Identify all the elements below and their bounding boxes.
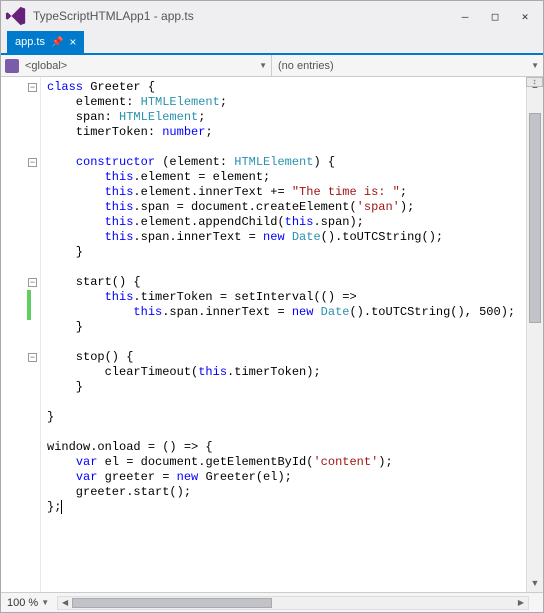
code-line[interactable]	[47, 335, 526, 350]
code-line[interactable]: }	[47, 320, 526, 335]
gutter-line	[1, 425, 40, 440]
editor[interactable]: ↕ − − − − class Greeter { element: HTMLElem…	[1, 77, 543, 592]
gutter-line: −	[1, 80, 40, 95]
fold-toggle-icon[interactable]: −	[28, 83, 37, 92]
chevron-down-icon[interactable]: ▼	[41, 598, 49, 607]
gutter-line	[1, 260, 40, 275]
chevron-down-icon: ▼	[259, 61, 267, 70]
code-line[interactable]: this.span = document.createElement('span…	[47, 200, 526, 215]
maximize-button[interactable]: □	[481, 6, 509, 26]
fold-toggle-icon[interactable]: −	[28, 278, 37, 287]
code-line[interactable]: element: HTMLElement;	[47, 95, 526, 110]
title-bar: TypeScriptHTMLApp1 - app.ts — □ ✕	[1, 1, 543, 31]
code-line[interactable]: stop() {	[47, 350, 526, 365]
minimize-button[interactable]: —	[451, 6, 479, 26]
scope-dropdown[interactable]: <global> ▼	[1, 55, 272, 76]
gutter-line	[1, 335, 40, 350]
tab-close-icon[interactable]: ×	[69, 35, 76, 49]
scope-icon	[5, 59, 19, 73]
gutter-line	[1, 140, 40, 155]
gutter-line	[1, 455, 40, 470]
gutter-line	[1, 440, 40, 455]
gutter-line	[1, 110, 40, 125]
pin-icon[interactable]: 📌	[51, 37, 63, 48]
scroll-thumb[interactable]	[529, 113, 541, 323]
gutter-line	[1, 125, 40, 140]
fold-toggle-icon[interactable]: −	[28, 353, 37, 362]
gutter-line	[1, 305, 40, 320]
code-line[interactable]: class Greeter {	[47, 80, 526, 95]
gutter-line: −	[1, 350, 40, 365]
code-line[interactable]: this.timerToken = setInterval(() =>	[47, 290, 526, 305]
scroll-left-icon[interactable]: ◀	[58, 597, 72, 609]
change-marker	[27, 305, 31, 320]
gutter-line: −	[1, 155, 40, 170]
zoom-level[interactable]: 100 %	[7, 597, 38, 609]
code-line[interactable]: this.element.appendChild(this.span);	[47, 215, 526, 230]
code-line[interactable]: this.element = element;	[47, 170, 526, 185]
code-line[interactable]: clearTimeout(this.timerToken);	[47, 365, 526, 380]
gutter-line: −	[1, 275, 40, 290]
code-line[interactable]: greeter.start();	[47, 485, 526, 500]
code-line[interactable]: this.span.innerText = new Date().toUTCSt…	[47, 305, 526, 320]
code-line[interactable]: start() {	[47, 275, 526, 290]
tab-app-ts[interactable]: app.ts 📌 ×	[7, 31, 84, 53]
close-button[interactable]: ✕	[511, 6, 539, 26]
code-line[interactable]: };	[47, 500, 526, 515]
code-line[interactable]	[47, 395, 526, 410]
change-marker	[27, 290, 31, 305]
gutter-line	[1, 320, 40, 335]
fold-toggle-icon[interactable]: −	[28, 158, 37, 167]
code-line[interactable]	[47, 260, 526, 275]
code-line[interactable]: }	[47, 380, 526, 395]
gutter-line	[1, 215, 40, 230]
code-line[interactable]: var greeter = new Greeter(el);	[47, 470, 526, 485]
gutter-line	[1, 185, 40, 200]
gutter-line	[1, 485, 40, 500]
split-handle-icon[interactable]: ↕	[526, 77, 543, 87]
gutter-line	[1, 245, 40, 260]
gutter-line	[1, 410, 40, 425]
gutter-line	[1, 95, 40, 110]
horizontal-scrollbar[interactable]: ◀ ▶	[57, 596, 529, 610]
chevron-down-icon: ▼	[531, 61, 539, 70]
tab-strip: app.ts 📌 ×	[1, 31, 543, 55]
gutter-line	[1, 500, 40, 515]
code-line[interactable]	[47, 140, 526, 155]
code-line[interactable]: this.element.innerText += "The time is: …	[47, 185, 526, 200]
gutter-line	[1, 290, 40, 305]
gutter: − − − −	[1, 77, 41, 592]
scroll-right-icon[interactable]: ▶	[514, 597, 528, 609]
code-area[interactable]: class Greeter { element: HTMLElement; sp…	[41, 77, 526, 592]
code-line[interactable]: var el = document.getElementById('conten…	[47, 455, 526, 470]
gutter-line	[1, 395, 40, 410]
status-bar: 100 % ▼ ◀ ▶	[1, 592, 543, 612]
members-label: (no entries)	[278, 60, 334, 72]
code-line[interactable]	[47, 425, 526, 440]
vertical-scrollbar[interactable]: ▲ ▼	[526, 77, 543, 592]
nav-bar: <global> ▼ (no entries) ▼	[1, 55, 543, 77]
code-line[interactable]: }	[47, 245, 526, 260]
code-line[interactable]: constructor (element: HTMLElement) {	[47, 155, 526, 170]
gutter-line	[1, 200, 40, 215]
code-line[interactable]: this.span.innerText = new Date().toUTCSt…	[47, 230, 526, 245]
gutter-line	[1, 470, 40, 485]
code-line[interactable]: timerToken: number;	[47, 125, 526, 140]
code-line[interactable]: window.onload = () => {	[47, 440, 526, 455]
tab-label: app.ts	[15, 36, 45, 48]
scroll-thumb[interactable]	[72, 598, 272, 608]
gutter-line	[1, 170, 40, 185]
gutter-line	[1, 380, 40, 395]
members-dropdown[interactable]: (no entries) ▼	[272, 55, 543, 76]
scope-label: <global>	[25, 60, 67, 72]
gutter-line	[1, 365, 40, 380]
scroll-down-icon[interactable]: ▼	[527, 575, 543, 592]
code-line[interactable]: }	[47, 410, 526, 425]
gutter-line	[1, 230, 40, 245]
code-line[interactable]: span: HTMLElement;	[47, 110, 526, 125]
vs-logo-icon	[5, 5, 27, 27]
window-title: TypeScriptHTMLApp1 - app.ts	[33, 9, 451, 23]
